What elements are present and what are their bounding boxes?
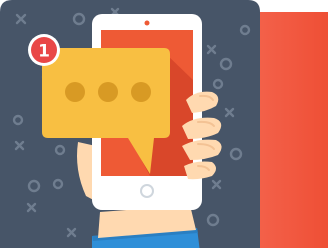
illustration-stage: 1 <box>0 0 328 248</box>
phone-camera <box>144 20 150 26</box>
notification-count: 1 <box>38 42 50 62</box>
notification-badge-icon: 1 <box>28 34 60 66</box>
bubble-dot <box>65 82 85 102</box>
bubble-dot <box>131 82 151 102</box>
notification-illustration: 1 <box>0 0 260 248</box>
phone-home-button <box>140 184 154 198</box>
bubble-dot <box>98 82 118 102</box>
